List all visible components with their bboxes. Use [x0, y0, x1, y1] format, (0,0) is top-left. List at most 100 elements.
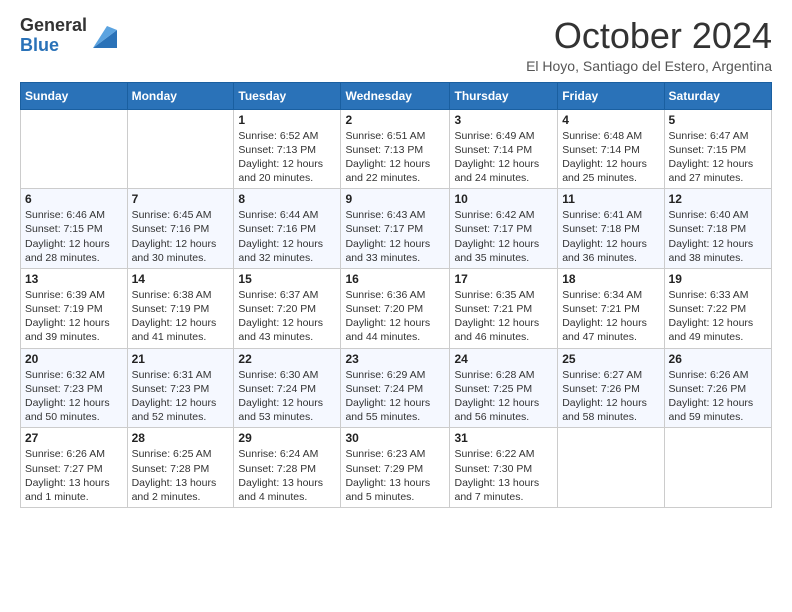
- calendar-cell: 7 Sunrise: 6:45 AMSunset: 7:16 PMDaylight…: [127, 189, 234, 269]
- calendar-cell: 24 Sunrise: 6:28 AMSunset: 7:25 PMDayligh…: [450, 348, 558, 428]
- calendar-header: Sunday Monday Tuesday Wednesday Thursday…: [21, 82, 772, 109]
- day-number: 4: [562, 113, 659, 127]
- day-number: 24: [454, 352, 553, 366]
- day-number: 8: [238, 192, 336, 206]
- day-info: Sunrise: 6:36 AMSunset: 7:20 PMDaylight:…: [345, 288, 445, 345]
- logo-text: General Blue: [20, 16, 87, 56]
- day-number: 5: [669, 113, 767, 127]
- day-info: Sunrise: 6:33 AMSunset: 7:22 PMDaylight:…: [669, 288, 767, 345]
- day-number: 16: [345, 272, 445, 286]
- calendar-cell: 14 Sunrise: 6:38 AMSunset: 7:19 PMDayligh…: [127, 268, 234, 348]
- calendar-cell: 12Sunrise: 6:40 AMSunset: 7:18 PMDayligh…: [664, 189, 771, 269]
- day-number: 26: [669, 352, 767, 366]
- day-number: 25: [562, 352, 659, 366]
- page: General Blue October 2024 El Hoyo, Santi…: [0, 0, 792, 612]
- day-info: Sunrise: 6:26 AMSunset: 7:27 PMDaylight:…: [25, 447, 123, 504]
- day-number: 20: [25, 352, 123, 366]
- calendar-cell: 15 Sunrise: 6:37 AMSunset: 7:20 PMDayligh…: [234, 268, 341, 348]
- day-number: 17: [454, 272, 553, 286]
- day-number: 23: [345, 352, 445, 366]
- logo-blue: Blue: [20, 36, 87, 56]
- logo-icon: [89, 20, 121, 52]
- day-info: Sunrise: 6:28 AMSunset: 7:25 PMDaylight:…: [454, 368, 553, 425]
- calendar-table: Sunday Monday Tuesday Wednesday Thursday…: [20, 82, 772, 508]
- day-number: 27: [25, 431, 123, 445]
- day-info: Sunrise: 6:34 AMSunset: 7:21 PMDaylight:…: [562, 288, 659, 345]
- logo-general: General: [20, 16, 87, 36]
- day-info: Sunrise: 6:30 AMSunset: 7:24 PMDaylight:…: [238, 368, 336, 425]
- calendar-cell: 8Sunrise: 6:44 AMSunset: 7:16 PMDaylight…: [234, 189, 341, 269]
- day-info: Sunrise: 6:31 AMSunset: 7:23 PMDaylight:…: [132, 368, 230, 425]
- col-friday: Friday: [558, 82, 664, 109]
- calendar-cell: 21Sunrise: 6:31 AMSunset: 7:23 PMDayligh…: [127, 348, 234, 428]
- calendar-cell: 22Sunrise: 6:30 AMSunset: 7:24 PMDayligh…: [234, 348, 341, 428]
- calendar-cell: 10Sunrise: 6:42 AMSunset: 7:17 PMDayligh…: [450, 189, 558, 269]
- day-info: Sunrise: 6:40 AMSunset: 7:18 PMDaylight:…: [669, 208, 767, 265]
- calendar-cell: 9Sunrise: 6:43 AMSunset: 7:17 PMDaylight…: [341, 189, 450, 269]
- day-number: 13: [25, 272, 123, 286]
- day-info: Sunrise: 6:22 AMSunset: 7:30 PMDaylight:…: [454, 447, 553, 504]
- calendar-week-4: 20Sunrise: 6:32 AMSunset: 7:23 PMDayligh…: [21, 348, 772, 428]
- day-number: 30: [345, 431, 445, 445]
- day-info: Sunrise: 6:46 AMSunset: 7:15 PMDaylight:…: [25, 208, 123, 265]
- calendar-cell: 25Sunrise: 6:27 AMSunset: 7:26 PMDayligh…: [558, 348, 664, 428]
- col-saturday: Saturday: [664, 82, 771, 109]
- calendar-cell: 23Sunrise: 6:29 AMSunset: 7:24 PMDayligh…: [341, 348, 450, 428]
- col-tuesday: Tuesday: [234, 82, 341, 109]
- day-info: Sunrise: 6:25 AMSunset: 7:28 PMDaylight:…: [132, 447, 230, 504]
- day-number: 1: [238, 113, 336, 127]
- calendar-cell: 26Sunrise: 6:26 AMSunset: 7:26 PMDayligh…: [664, 348, 771, 428]
- day-info: Sunrise: 6:38 AMSunset: 7:19 PMDaylight:…: [132, 288, 230, 345]
- calendar-cell: 5 Sunrise: 6:47 AMSunset: 7:15 PMDaylight…: [664, 109, 771, 189]
- calendar-cell: [558, 428, 664, 508]
- day-number: 29: [238, 431, 336, 445]
- calendar-week-1: 1 Sunrise: 6:52 AMSunset: 7:13 PMDaylight…: [21, 109, 772, 189]
- calendar-cell: 30 Sunrise: 6:23 AMSunset: 7:29 PMDayligh…: [341, 428, 450, 508]
- logo: General Blue: [20, 16, 121, 56]
- day-number: 31: [454, 431, 553, 445]
- day-number: 7: [132, 192, 230, 206]
- title-section: October 2024 El Hoyo, Santiago del Ester…: [526, 16, 772, 74]
- day-number: 3: [454, 113, 553, 127]
- calendar-cell: 18 Sunrise: 6:34 AMSunset: 7:21 PMDayligh…: [558, 268, 664, 348]
- header: General Blue October 2024 El Hoyo, Santi…: [20, 16, 772, 74]
- day-info: Sunrise: 6:47 AMSunset: 7:15 PMDaylight:…: [669, 129, 767, 186]
- day-info: Sunrise: 6:37 AMSunset: 7:20 PMDaylight:…: [238, 288, 336, 345]
- calendar-cell: 27 Sunrise: 6:26 AMSunset: 7:27 PMDayligh…: [21, 428, 128, 508]
- day-info: Sunrise: 6:23 AMSunset: 7:29 PMDaylight:…: [345, 447, 445, 504]
- calendar-cell: 16 Sunrise: 6:36 AMSunset: 7:20 PMDayligh…: [341, 268, 450, 348]
- header-row: Sunday Monday Tuesday Wednesday Thursday…: [21, 82, 772, 109]
- calendar-cell: 1 Sunrise: 6:52 AMSunset: 7:13 PMDaylight…: [234, 109, 341, 189]
- day-info: Sunrise: 6:48 AMSunset: 7:14 PMDaylight:…: [562, 129, 659, 186]
- day-info: Sunrise: 6:52 AMSunset: 7:13 PMDaylight:…: [238, 129, 336, 186]
- day-number: 28: [132, 431, 230, 445]
- calendar-cell: [21, 109, 128, 189]
- calendar-cell: 19 Sunrise: 6:33 AMSunset: 7:22 PMDayligh…: [664, 268, 771, 348]
- day-number: 15: [238, 272, 336, 286]
- calendar-cell: [664, 428, 771, 508]
- location: El Hoyo, Santiago del Estero, Argentina: [526, 58, 772, 74]
- day-number: 19: [669, 272, 767, 286]
- calendar-week-5: 27 Sunrise: 6:26 AMSunset: 7:27 PMDayligh…: [21, 428, 772, 508]
- col-sunday: Sunday: [21, 82, 128, 109]
- calendar-cell: 4 Sunrise: 6:48 AMSunset: 7:14 PMDaylight…: [558, 109, 664, 189]
- day-info: Sunrise: 6:45 AMSunset: 7:16 PMDaylight:…: [132, 208, 230, 265]
- day-info: Sunrise: 6:51 AMSunset: 7:13 PMDaylight:…: [345, 129, 445, 186]
- calendar-cell: 31 Sunrise: 6:22 AMSunset: 7:30 PMDayligh…: [450, 428, 558, 508]
- month-title: October 2024: [526, 16, 772, 56]
- day-info: Sunrise: 6:35 AMSunset: 7:21 PMDaylight:…: [454, 288, 553, 345]
- col-thursday: Thursday: [450, 82, 558, 109]
- calendar-cell: 6Sunrise: 6:46 AMSunset: 7:15 PMDaylight…: [21, 189, 128, 269]
- day-info: Sunrise: 6:49 AMSunset: 7:14 PMDaylight:…: [454, 129, 553, 186]
- day-number: 18: [562, 272, 659, 286]
- day-number: 2: [345, 113, 445, 127]
- calendar-cell: 11Sunrise: 6:41 AMSunset: 7:18 PMDayligh…: [558, 189, 664, 269]
- calendar-cell: 17 Sunrise: 6:35 AMSunset: 7:21 PMDayligh…: [450, 268, 558, 348]
- calendar-cell: 13Sunrise: 6:39 AMSunset: 7:19 PMDayligh…: [21, 268, 128, 348]
- calendar-cell: 2 Sunrise: 6:51 AMSunset: 7:13 PMDaylight…: [341, 109, 450, 189]
- calendar-cell: 28 Sunrise: 6:25 AMSunset: 7:28 PMDayligh…: [127, 428, 234, 508]
- day-number: 14: [132, 272, 230, 286]
- col-monday: Monday: [127, 82, 234, 109]
- calendar-cell: 3 Sunrise: 6:49 AMSunset: 7:14 PMDaylight…: [450, 109, 558, 189]
- col-wednesday: Wednesday: [341, 82, 450, 109]
